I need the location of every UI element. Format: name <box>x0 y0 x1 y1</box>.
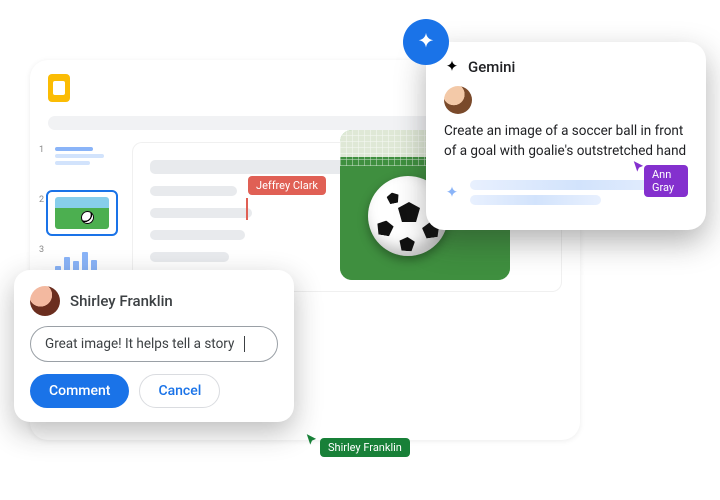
collaborator-caret <box>246 198 248 220</box>
sparkle-accent-icon <box>444 185 460 201</box>
collaborator-cursor-label: Ann Gray <box>644 165 688 197</box>
title-placeholder <box>150 160 367 174</box>
gemini-header: Gemini <box>444 58 688 76</box>
text-placeholder <box>150 186 237 196</box>
slide-number: 1 <box>39 145 44 155</box>
gemini-prompt-text: Create an image of a soccer ball in fron… <box>444 122 688 161</box>
comment-card: Shirley Franklin Great image! It helps t… <box>14 270 294 422</box>
sparkle-icon <box>444 59 460 75</box>
comment-author-name: Shirley Franklin <box>70 292 173 310</box>
gemini-title: Gemini <box>468 58 515 76</box>
gemini-badge-icon <box>403 19 449 65</box>
slide-thumbnail[interactable]: 1 <box>48 142 116 184</box>
slide-thumbnail[interactable]: 2 <box>48 192 116 234</box>
shirley-cursor-icon <box>305 432 319 451</box>
comment-header: Shirley Franklin <box>30 286 278 316</box>
comment-actions: Comment Cancel <box>30 374 278 408</box>
collaborator-cursor-label: Shirley Franklin <box>320 438 410 457</box>
comment-author-avatar <box>30 286 60 316</box>
text-placeholder <box>150 230 245 240</box>
slide-number: 2 <box>39 195 44 205</box>
comment-cancel-button[interactable]: Cancel <box>139 374 220 408</box>
text-placeholder <box>150 208 252 218</box>
slide-number: 3 <box>39 245 44 255</box>
thumb-soccer-preview-icon <box>55 197 109 229</box>
gemini-panel: Gemini Create an image of a soccer ball … <box>426 42 706 230</box>
comment-submit-button[interactable]: Comment <box>30 374 129 408</box>
slides-logo-icon <box>48 74 70 102</box>
gemini-input-row[interactable]: Ann Gray <box>444 175 688 210</box>
gemini-user-avatar <box>444 86 472 114</box>
comment-input[interactable]: Great image! It helps tell a story <box>30 326 278 362</box>
collaborator-cursor-label: Jeffrey Clark <box>248 176 326 195</box>
text-placeholder <box>150 252 229 262</box>
